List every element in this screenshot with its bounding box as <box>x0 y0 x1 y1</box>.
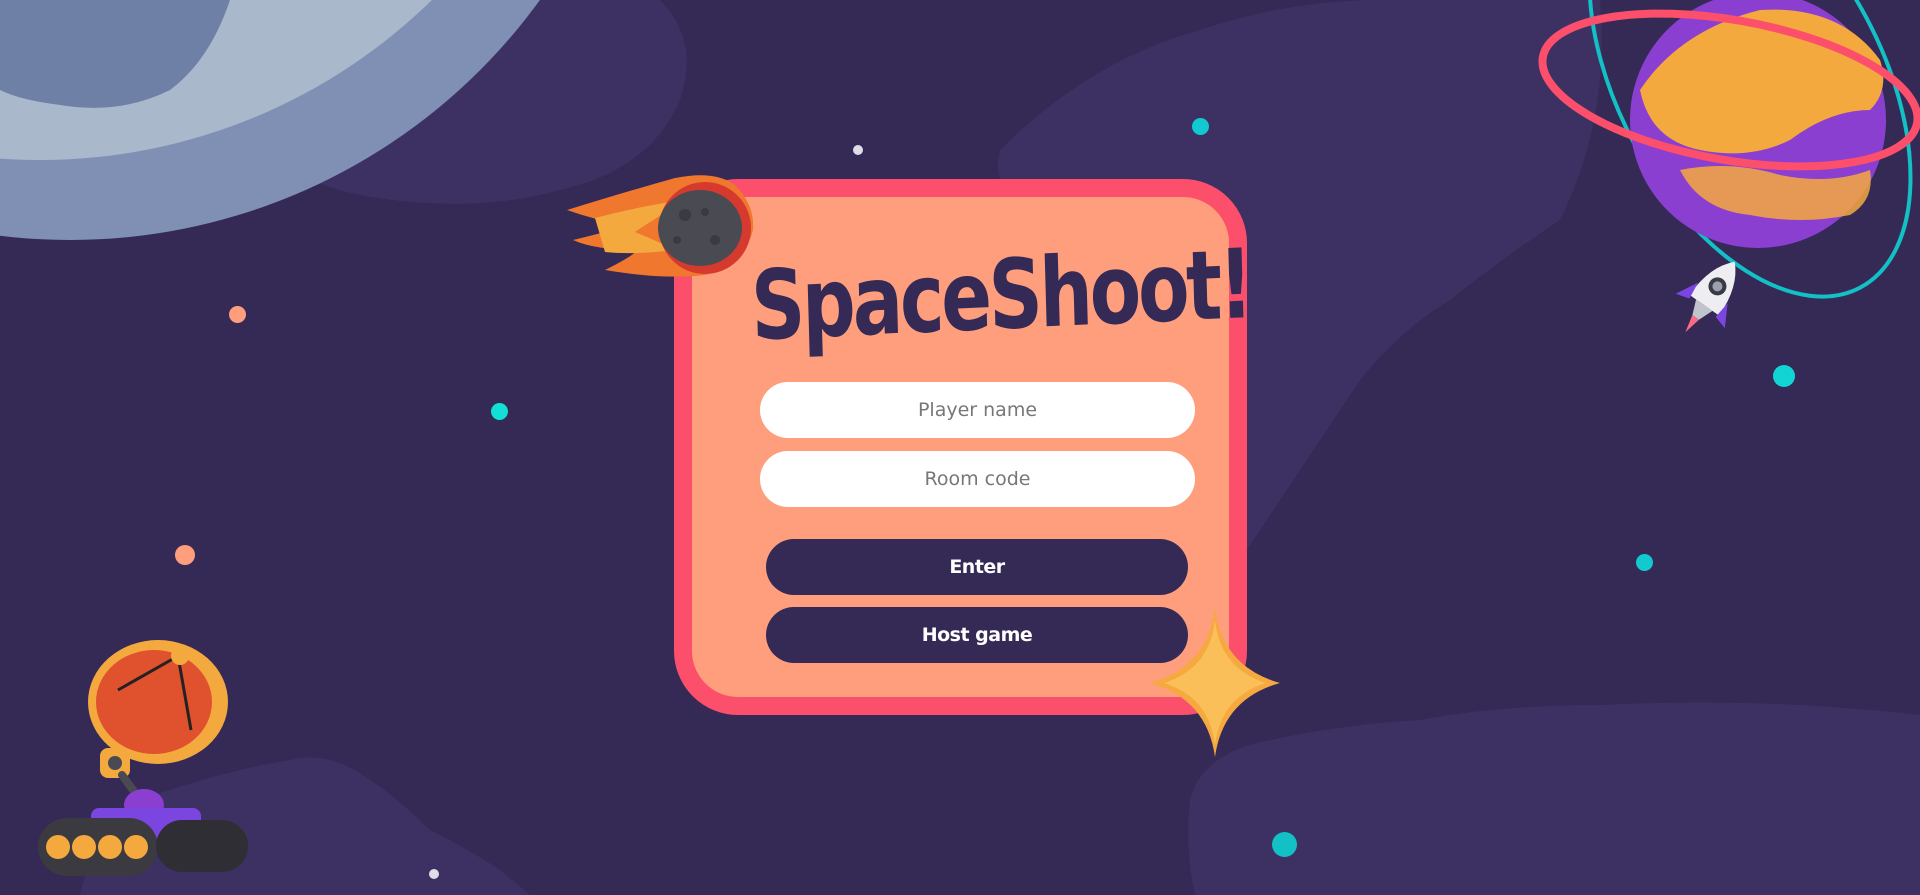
satellite-rover-icon <box>38 640 248 876</box>
star-dot <box>1636 554 1653 571</box>
star-dot <box>1272 832 1297 857</box>
star-dot <box>229 306 246 323</box>
space-scene: SpaceShoot! Enter Host game <box>0 0 1920 895</box>
star-dot <box>175 545 195 565</box>
app-title: SpaceShoot! <box>749 228 1252 363</box>
player-name-input[interactable] <box>760 382 1195 438</box>
star-dot <box>853 145 863 155</box>
enter-button[interactable]: Enter <box>766 539 1188 595</box>
star-dot <box>1192 118 1209 135</box>
comet-icon <box>567 175 754 277</box>
star-icon <box>1150 609 1280 757</box>
star-dot <box>491 403 508 420</box>
rocket-icon <box>1675 261 1736 333</box>
star-dot <box>429 869 439 879</box>
star-dot <box>1773 365 1795 387</box>
room-code-input[interactable] <box>760 451 1195 507</box>
host-game-button[interactable]: Host game <box>766 607 1188 663</box>
